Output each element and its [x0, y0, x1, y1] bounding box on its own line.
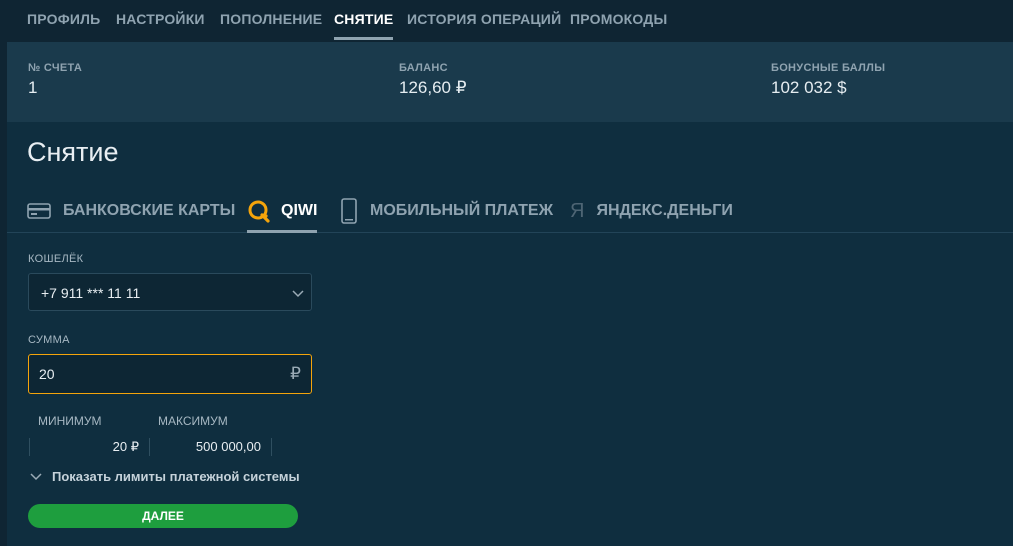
tab-promocodes[interactable]: ПРОМОКОДЫ: [570, 0, 667, 40]
method-mobile-label: МОБИЛЬНЫЙ ПЛАТЕЖ: [370, 202, 554, 219]
account-number-value: 1: [28, 78, 38, 97]
submit-button[interactable]: ДАЛЕЕ: [28, 504, 298, 528]
method-yandex[interactable]: Я ЯНДЕКС.ДЕНЬГИ: [570, 190, 733, 232]
divider: [149, 438, 150, 456]
account-number-label: № СЧЕТА: [28, 62, 83, 74]
show-limits-toggle[interactable]: Показать лимиты платежной системы: [29, 469, 300, 484]
amount-label: СУММА: [28, 334, 70, 346]
tab-settings[interactable]: НАСТРОЙКИ: [116, 0, 205, 40]
balance-value: 126,60 ₽: [399, 78, 467, 97]
tab-withdraw[interactable]: СНЯТИЕ: [334, 0, 394, 40]
chevron-down-icon: [291, 286, 305, 302]
wallet-value: +7 911 *** 11 11: [41, 285, 141, 301]
amount-input[interactable]: 20 ₽: [28, 354, 312, 394]
method-qiwi[interactable]: QIWI: [247, 190, 318, 233]
max-value: 500 000,00: [195, 439, 261, 454]
tab-history[interactable]: ИСТОРИЯ ОПЕРАЦИЙ: [407, 0, 561, 40]
divider: [29, 438, 30, 456]
balance-label: БАЛАНС: [399, 62, 448, 74]
tab-profile[interactable]: ПРОФИЛЬ: [27, 0, 100, 40]
tab-deposit[interactable]: ПОПОЛНЕНИЕ: [220, 0, 322, 40]
divider: [271, 438, 272, 456]
payment-methods: БАНКОВСКИЕ КАРТЫ QIWI МОБИЛЬНЫЙ ПЛАТЕЖ Я…: [7, 190, 1013, 233]
bonus-points-label: БОНУСНЫЕ БАЛЛЫ: [771, 62, 886, 74]
bonus-points: БОНУСНЫЕ БАЛЛЫ 102 032 $: [771, 62, 885, 98]
ruble-icon: ₽: [290, 364, 301, 383]
yandex-icon: Я: [570, 199, 585, 222]
method-bank-cards-label: БАНКОВСКИЕ КАРТЫ: [63, 202, 236, 219]
qiwi-icon: [247, 199, 271, 223]
chevron-down-icon: [29, 472, 43, 482]
method-bank-cards[interactable]: БАНКОВСКИЕ КАРТЫ: [27, 190, 235, 232]
wallet-label: КОШЕЛЁК: [28, 253, 84, 265]
page-title: Снятие: [27, 137, 119, 167]
bonus-points-value: 102 032 $: [771, 78, 847, 97]
balance: БАЛАНС 126,60 ₽: [399, 62, 467, 98]
show-limits-label: Показать лимиты платежной системы: [52, 469, 300, 484]
wallet-select[interactable]: +7 911 *** 11 11: [28, 273, 312, 311]
phone-icon: [340, 198, 358, 224]
min-value: 20 ₽: [112, 439, 139, 454]
top-nav: ПРОФИЛЬ НАСТРОЙКИ ПОПОЛНЕНИЕ СНЯТИЕ ИСТО…: [0, 0, 1013, 42]
card-icon: [27, 202, 51, 220]
account-summary: № СЧЕТА 1 БАЛАНС 126,60 ₽ БОНУСНЫЕ БАЛЛЫ…: [7, 42, 1013, 122]
amount-value: 20: [39, 366, 55, 382]
method-qiwi-label: QIWI: [281, 202, 318, 219]
max-label: МАКСИМУМ: [158, 414, 228, 428]
withdraw-panel: № СЧЕТА 1 БАЛАНС 126,60 ₽ БОНУСНЫЕ БАЛЛЫ…: [7, 42, 1013, 546]
method-mobile[interactable]: МОБИЛЬНЫЙ ПЛАТЕЖ: [340, 190, 553, 232]
method-yandex-label: ЯНДЕКС.ДЕНЬГИ: [596, 202, 733, 219]
min-label: МИНИМУМ: [38, 414, 102, 428]
account-number: № СЧЕТА 1: [28, 62, 82, 98]
